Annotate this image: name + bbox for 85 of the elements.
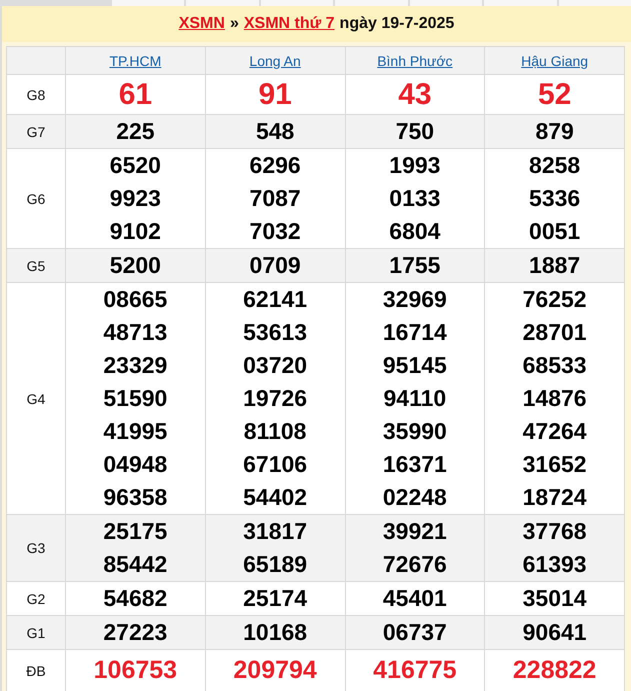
lottery-number: 72676 bbox=[382, 551, 447, 577]
lottery-number: 27223 bbox=[103, 619, 168, 645]
lottery-number: 548 bbox=[256, 118, 294, 144]
lottery-number: 25175 bbox=[103, 518, 168, 544]
lottery-number: 18724 bbox=[522, 484, 587, 510]
xsmn-day-link[interactable]: XSMN thứ 7 bbox=[244, 15, 335, 33]
lottery-number: 1755 bbox=[389, 252, 440, 278]
lottery-number: 03720 bbox=[243, 352, 308, 378]
lottery-number: 85442 bbox=[103, 551, 168, 577]
prize-label: G5 bbox=[26, 258, 46, 274]
lottery-number: 0709 bbox=[250, 252, 301, 278]
lottery-number: 7087 bbox=[250, 185, 301, 211]
lottery-number: 54402 bbox=[243, 484, 308, 510]
lottery-number: 45401 bbox=[382, 585, 447, 611]
lottery-number: 0133 bbox=[389, 185, 440, 211]
lottery-number: 43 bbox=[398, 78, 432, 111]
prize-label: G8 bbox=[26, 86, 46, 102]
lottery-number: 96358 bbox=[103, 484, 168, 510]
lottery-number: 31652 bbox=[522, 451, 587, 477]
lottery-number: 225 bbox=[116, 118, 155, 144]
lottery-number: 90641 bbox=[522, 619, 587, 645]
prize-label: G1 bbox=[26, 624, 46, 640]
lottery-number: 19726 bbox=[243, 385, 308, 411]
lottery-number: 02248 bbox=[382, 484, 447, 510]
lottery-number: 879 bbox=[535, 118, 574, 144]
lottery-number: 9102 bbox=[110, 218, 161, 244]
lottery-number: 228822 bbox=[512, 656, 596, 684]
lottery-number: 61393 bbox=[522, 551, 587, 577]
prize-label: ĐB bbox=[26, 662, 46, 678]
lottery-number: 25174 bbox=[243, 585, 308, 611]
xsmn-link[interactable]: XSMN bbox=[178, 15, 225, 33]
lottery-number: 91 bbox=[258, 78, 292, 111]
lottery-number: 61 bbox=[118, 78, 152, 111]
lottery-number: 35014 bbox=[522, 585, 587, 611]
lottery-number: 76252 bbox=[522, 286, 587, 312]
lottery-number: 1993 bbox=[389, 152, 440, 178]
lottery-number: 67106 bbox=[243, 451, 308, 477]
breadcrumb-separator: » bbox=[230, 15, 239, 33]
lottery-number: 04948 bbox=[103, 451, 168, 477]
prize-label: G4 bbox=[26, 390, 46, 406]
lottery-number: 95145 bbox=[382, 352, 447, 378]
lottery-number: 94110 bbox=[384, 385, 446, 411]
lottery-number: 5336 bbox=[529, 185, 580, 211]
lottery-number: 9923 bbox=[110, 185, 161, 211]
lottery-number: 35990 bbox=[382, 418, 447, 444]
lottery-number: 53613 bbox=[243, 319, 308, 345]
lottery-number: 06737 bbox=[382, 619, 447, 645]
lottery-number: 28701 bbox=[522, 319, 587, 345]
lottery-number: 31817 bbox=[243, 518, 308, 544]
lottery-number: 209794 bbox=[233, 656, 317, 684]
lottery-number: 37768 bbox=[522, 518, 587, 544]
lottery-number: 23329 bbox=[103, 352, 168, 378]
lottery-number: 51590 bbox=[103, 385, 168, 411]
lottery-number: 7032 bbox=[250, 218, 301, 244]
lottery-number: 52 bbox=[538, 78, 572, 111]
lottery-number: 0051 bbox=[529, 218, 580, 244]
lottery-number: 48713 bbox=[103, 319, 168, 345]
lottery-number: 62141 bbox=[243, 286, 308, 312]
lottery-number: 106753 bbox=[94, 656, 178, 684]
lottery-number: 5200 bbox=[110, 252, 161, 278]
prize-label: G7 bbox=[26, 124, 46, 140]
date-text: ngày 19-7-2025 bbox=[340, 15, 454, 33]
lottery-number: 68533 bbox=[522, 352, 587, 378]
lottery-number: 16371 bbox=[382, 451, 447, 477]
lottery-number: 10168 bbox=[243, 619, 308, 645]
lottery-number: 47264 bbox=[522, 418, 587, 444]
lottery-number: 750 bbox=[396, 118, 434, 144]
lottery-number: 54682 bbox=[103, 585, 168, 611]
lottery-number: 416775 bbox=[373, 656, 457, 684]
lottery-number: 14876 bbox=[522, 385, 587, 411]
lottery-number: 41995 bbox=[103, 418, 168, 444]
lottery-number: 08665 bbox=[103, 286, 168, 312]
lottery-number: 6520 bbox=[110, 152, 161, 178]
lottery-number: 81108 bbox=[244, 418, 306, 444]
lottery-number: 39921 bbox=[382, 518, 447, 544]
lottery-number: 32969 bbox=[382, 286, 447, 312]
lottery-number: 1887 bbox=[529, 252, 580, 278]
lottery-number: 8258 bbox=[529, 152, 580, 178]
prize-label: G6 bbox=[26, 190, 46, 206]
lottery-number: 6804 bbox=[389, 218, 440, 244]
lottery-number: 65189 bbox=[243, 551, 308, 577]
prize-label: G3 bbox=[26, 540, 46, 556]
lottery-number: 6296 bbox=[250, 152, 301, 178]
prize-label: G2 bbox=[26, 590, 46, 606]
lottery-number: 16714 bbox=[382, 319, 447, 345]
